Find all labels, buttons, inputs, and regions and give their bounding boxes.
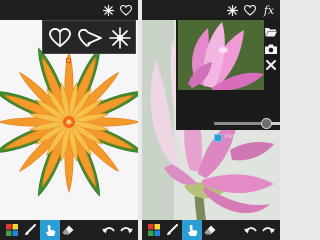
brush-icon[interactable] xyxy=(162,220,182,240)
left-screen xyxy=(0,0,138,240)
color-palette-icon[interactable] xyxy=(2,220,22,240)
trace-image-preview xyxy=(178,20,264,90)
eraser-icon[interactable] xyxy=(200,220,220,240)
trace-opacity-thumb[interactable] xyxy=(260,118,272,129)
symmetry-radial-icon[interactable] xyxy=(106,24,134,52)
eraser-icon[interactable] xyxy=(58,220,78,240)
left-bottom-toolbar xyxy=(0,220,138,240)
finger-smudge-icon[interactable] xyxy=(182,220,202,240)
right-bottom-toolbar xyxy=(142,220,280,240)
redo-icon[interactable] xyxy=(116,220,136,240)
right-top-toolbar: fx xyxy=(142,0,280,20)
symmetry-center-handle[interactable] xyxy=(66,58,71,63)
undo-icon[interactable] xyxy=(98,220,118,240)
brush-icon[interactable] xyxy=(20,220,40,240)
camera-icon[interactable] xyxy=(264,42,278,56)
redo-icon[interactable] xyxy=(258,220,278,240)
symmetry-mirror-heart-icon[interactable] xyxy=(46,24,74,52)
sparkle-icon[interactable] xyxy=(98,0,118,20)
sparkle-icon[interactable] xyxy=(222,0,242,20)
color-palette-icon[interactable] xyxy=(144,220,164,240)
trace-opacity-slider[interactable] xyxy=(214,118,280,129)
symmetry-mode-menu xyxy=(42,20,136,54)
fx-icon[interactable]: fx xyxy=(259,0,279,20)
pick-color-checkbox[interactable] xyxy=(214,134,222,142)
finger-smudge-icon[interactable] xyxy=(40,220,60,240)
close-icon[interactable] xyxy=(264,58,278,72)
folder-open-icon[interactable] xyxy=(264,25,278,39)
undo-icon[interactable] xyxy=(240,220,260,240)
left-top-toolbar xyxy=(0,0,138,20)
pick-color-label: Pick color from Trace image xyxy=(225,134,280,140)
right-screen: fx Pick color from Trace image xyxy=(142,0,280,240)
symmetry-rotate-heart-icon[interactable] xyxy=(76,24,104,52)
heart-outline-icon[interactable] xyxy=(240,0,260,20)
heart-outline-icon[interactable] xyxy=(116,0,136,20)
trace-opacity-fill xyxy=(214,122,267,125)
